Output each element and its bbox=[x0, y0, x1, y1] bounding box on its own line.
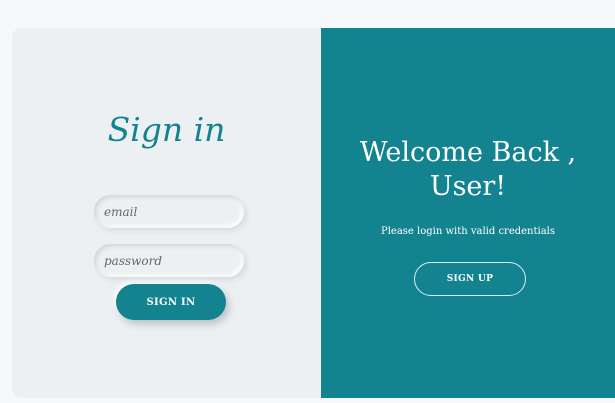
welcome-heading-line1: Welcome Back , bbox=[359, 137, 577, 168]
signin-title: Sign in bbox=[107, 110, 226, 149]
signup-button[interactable]: SIGN UP bbox=[414, 262, 526, 296]
email-field[interactable] bbox=[94, 195, 244, 228]
welcome-subtitle: Please login with valid credentials bbox=[380, 226, 556, 237]
welcome-heading-line2: User! bbox=[429, 171, 507, 202]
welcome-panel: Welcome Back , User! Please login with v… bbox=[321, 28, 615, 398]
welcome-heading: Welcome Back , User! bbox=[321, 136, 615, 204]
signin-button[interactable]: SIGN IN bbox=[116, 284, 226, 320]
auth-card: Sign in SIGN IN Welcome Back , User! Ple… bbox=[12, 28, 615, 398]
password-field[interactable] bbox=[94, 244, 244, 277]
signin-panel: Sign in SIGN IN bbox=[12, 28, 321, 398]
